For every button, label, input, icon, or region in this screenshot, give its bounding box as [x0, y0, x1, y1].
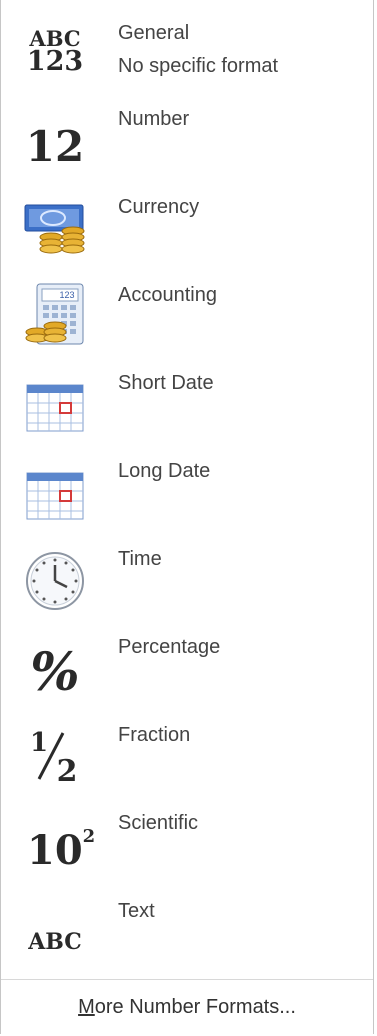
menu-item-number[interactable]: 12 Number [1, 88, 373, 176]
abc-icon: ABC [23, 898, 87, 964]
fraction-icon: 1 2 [23, 722, 87, 788]
calendar-icon [23, 370, 87, 436]
scientific-base: 10 [27, 826, 83, 874]
more-number-formats-button[interactable]: More Number Formats... [1, 979, 373, 1035]
text-glyph: ABC [28, 929, 82, 955]
mnemonic-letter: M [78, 996, 95, 1018]
number-12-icon: 12 [23, 106, 87, 172]
menu-item-time[interactable]: Time [1, 528, 373, 616]
menu-item-label: Text [118, 900, 155, 922]
calculator-screen-text: 123 [59, 290, 74, 300]
menu-item-short-date[interactable]: Short Date [1, 352, 373, 440]
currency-icon [23, 194, 87, 260]
menu-item-accounting[interactable]: 123 Accounting [1, 264, 373, 352]
menu-item-label: Long Date [118, 460, 211, 482]
scientific-exponent: 2 [82, 825, 96, 847]
menu-item-label: Short Date [118, 372, 214, 394]
menu-item-long-date[interactable]: Long Date [1, 440, 373, 528]
clock-icon [23, 546, 87, 612]
menu-item-label: Currency [118, 196, 200, 218]
fraction-denominator: 2 [57, 754, 78, 785]
menu-item-label: Time [118, 548, 162, 570]
more-number-formats-label: More Number Formats... [1, 996, 373, 1019]
accounting-icon: 123 [23, 282, 87, 348]
fraction-numerator: 1 [30, 728, 48, 758]
digits-label: 123 [26, 45, 84, 77]
number-glyph: 12 [25, 121, 85, 171]
label-rest: ore Number Formats... [94, 996, 296, 1018]
percent-glyph: % [30, 641, 80, 703]
menu-item-label: Percentage [118, 636, 221, 658]
menu-item-label: Fraction [118, 724, 191, 746]
menu-item-general[interactable]: ABC 123 General No specific format [1, 0, 373, 88]
menu-item-label: Accounting [118, 284, 217, 306]
menu-item-currency[interactable]: Currency [1, 176, 373, 264]
menu-item-label: Scientific [118, 812, 199, 834]
menu-item-label: General [118, 22, 190, 44]
percent-icon: % [23, 634, 87, 703]
menu-item-label: Number [118, 108, 190, 130]
menu-item-sublabel: No specific format [118, 55, 279, 77]
menu-item-percentage[interactable]: % Percentage [1, 616, 373, 704]
scientific-icon: 10 2 [23, 810, 95, 876]
menu-item-scientific[interactable]: 10 2 Scientific [1, 792, 373, 880]
number-format-menu: ABC 123 General No specific format 12 Nu… [0, 0, 374, 1035]
abc-123-icon: ABC 123 [23, 18, 87, 84]
menu-item-text[interactable]: ABC Text [1, 880, 373, 968]
calendar-icon [23, 458, 87, 524]
menu-item-fraction[interactable]: 1 2 Fraction [1, 704, 373, 792]
